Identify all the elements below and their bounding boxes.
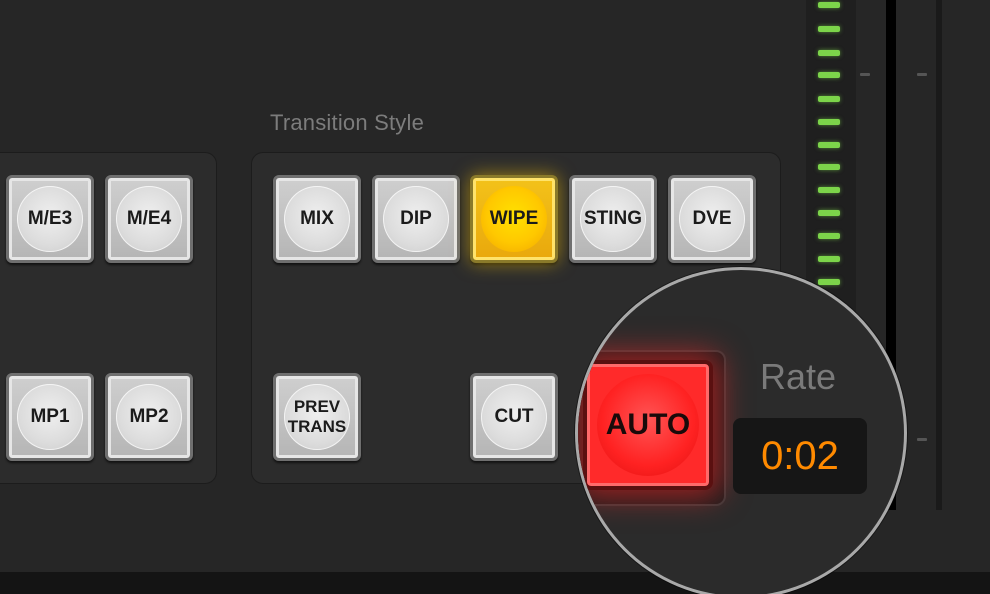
wipe-label: WIPE — [489, 207, 539, 229]
section-title-transition-style: Transition Style — [270, 110, 424, 135]
switcher-panel: Transition Style M/E3 M/E4 MP1 MP2 MIX D… — [0, 0, 990, 594]
tbar-tick — [860, 73, 870, 76]
mp1-button[interactable]: MP1 — [6, 373, 94, 461]
auto-button[interactable]: AUTO — [583, 360, 713, 490]
tbar-led — [818, 256, 840, 262]
tbar-led — [818, 233, 840, 239]
me3-button[interactable]: M/E3 — [6, 175, 94, 263]
dve-button[interactable]: DVE — [668, 175, 756, 263]
cut-button[interactable]: CUT — [470, 373, 558, 461]
tbar-tick — [917, 438, 927, 441]
tbar-led — [818, 119, 840, 125]
tbar-led — [818, 164, 840, 170]
me4-button[interactable]: M/E4 — [105, 175, 193, 263]
rate-value: 0:02 — [761, 433, 839, 478]
prev-trans-label: PREV TRANS — [287, 396, 347, 436]
mix-button[interactable]: MIX — [273, 175, 361, 263]
dve-label: DVE — [692, 207, 732, 229]
magnifier-callout: AUTO Rate 0:02 — [578, 270, 904, 594]
tbar-led — [818, 50, 840, 56]
tbar-rail-right — [936, 0, 942, 510]
mp2-label: MP2 — [129, 405, 169, 427]
sting-label: STING — [583, 207, 643, 229]
rate-display[interactable]: 0:02 — [733, 418, 867, 494]
tbar-led — [818, 72, 840, 78]
prev-trans-button[interactable]: PREV TRANS — [273, 373, 361, 461]
rate-label: Rate — [760, 356, 837, 397]
mix-label: MIX — [300, 207, 334, 229]
tbar-led — [818, 187, 840, 193]
dip-label: DIP — [400, 207, 432, 229]
wipe-button[interactable]: WIPE — [470, 175, 558, 263]
mp1-label: MP1 — [30, 405, 70, 427]
cut-label: CUT — [494, 405, 534, 427]
tbar-led — [818, 26, 840, 32]
dip-button[interactable]: DIP — [372, 175, 460, 263]
me3-label: M/E3 — [27, 207, 73, 229]
mp2-button[interactable]: MP2 — [105, 373, 193, 461]
tbar-led — [818, 142, 840, 148]
magnifier-content: AUTO Rate 0:02 — [578, 270, 904, 594]
me4-label: M/E4 — [126, 207, 172, 229]
tbar-tick — [917, 73, 927, 76]
tbar-led — [818, 96, 840, 102]
auto-label: AUTO — [605, 408, 691, 441]
tbar-led — [818, 2, 840, 8]
tbar-led — [818, 210, 840, 216]
sting-button[interactable]: STING — [569, 175, 657, 263]
